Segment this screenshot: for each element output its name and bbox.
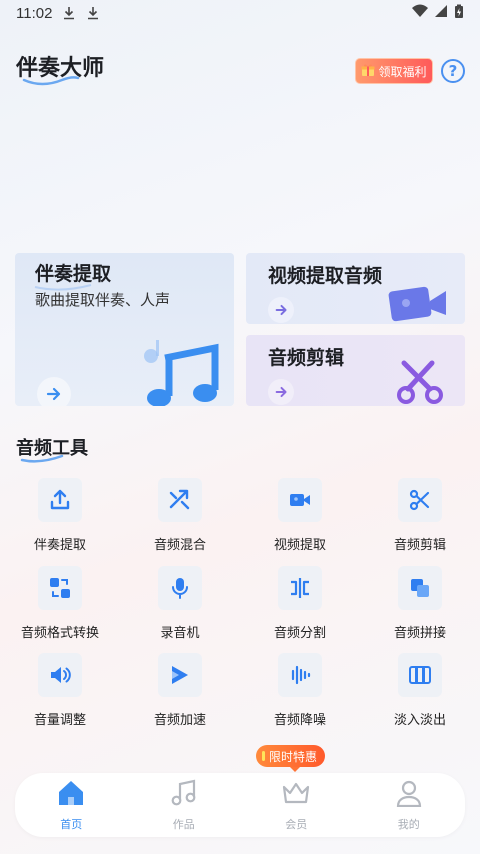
section-swoosh-decoration: [20, 454, 64, 463]
tool-label: 音频拼接: [393, 626, 446, 641]
upload-icon: [38, 478, 82, 522]
tool-volume-adjust[interactable]: 音量调整: [10, 653, 110, 728]
claim-benefits-button[interactable]: 领取福利: [355, 58, 433, 84]
nav-works[interactable]: 作品: [128, 773, 241, 837]
card-title: 视频提取音频: [268, 265, 383, 287]
tool-audio-mix[interactable]: 音频混合: [130, 478, 230, 553]
claim-benefits-label: 领取福利: [378, 64, 427, 79]
arrow-right-icon: [37, 377, 71, 406]
nav-home[interactable]: 首页: [15, 773, 128, 837]
gift-icon: [361, 63, 375, 80]
help-button[interactable]: ?: [441, 59, 465, 83]
tool-audio-join[interactable]: 音频拼接: [370, 566, 470, 641]
signal-icon: [434, 4, 448, 22]
tool-label: 音量调整: [33, 713, 86, 728]
shuffle-icon: [158, 478, 202, 522]
audio-edit-card[interactable]: 音频剪辑: [246, 335, 465, 406]
scissors-icon: [398, 478, 442, 522]
status-bar: 11:02: [0, 0, 480, 26]
nav-membership[interactable]: 会员: [240, 773, 353, 837]
tool-label: 音频降噪: [273, 713, 326, 728]
fade-icon: [398, 653, 442, 697]
card-title: 音频剪辑: [268, 347, 345, 369]
tool-label: 音频分割: [273, 626, 326, 641]
limited-offer-label: 限时特惠: [269, 749, 318, 764]
format-convert-icon: [38, 566, 82, 610]
tool-label: 音频格式转换: [20, 626, 99, 641]
tool-recorder[interactable]: 录音机: [130, 566, 230, 641]
tool-label: 视频提取: [273, 538, 326, 553]
video-extract-audio-card[interactable]: 视频提取音频: [246, 253, 465, 324]
nav-label: 会员: [285, 818, 308, 831]
tool-label: 录音机: [160, 626, 200, 641]
join-icon: [398, 566, 442, 610]
nav-label: 首页: [60, 818, 83, 831]
nav-profile[interactable]: 我的: [353, 773, 466, 837]
tool-label: 淡入淡出: [393, 713, 446, 728]
battery-icon: [454, 4, 464, 23]
accompaniment-extract-card[interactable]: 伴奏提取 歌曲提取伴奏、人声: [15, 253, 234, 406]
tool-label: 音频剪辑: [393, 538, 446, 553]
tool-audio-denoise[interactable]: 音频降噪: [250, 653, 350, 728]
tool-audio-speed[interactable]: 音频加速: [130, 653, 230, 728]
tool-audio-format-convert[interactable]: 音频格式转换: [10, 566, 110, 641]
tool-fade-in-out[interactable]: 淡入淡出: [370, 653, 470, 728]
tool-audio-edit[interactable]: 音频剪辑: [370, 478, 470, 553]
user-icon: [394, 779, 424, 811]
tool-accompaniment-extract[interactable]: 伴奏提取: [10, 478, 110, 553]
tool-label: 伴奏提取: [33, 538, 86, 553]
tool-video-extract[interactable]: 视频提取: [250, 478, 350, 553]
video-camera-icon: [388, 286, 446, 322]
nav-label: 作品: [172, 818, 195, 831]
video-camera-icon: [278, 478, 322, 522]
music-note-icon: [169, 779, 199, 811]
music-note-icon: [144, 340, 219, 406]
tool-audio-split[interactable]: 音频分割: [250, 566, 350, 641]
download-icon: [62, 6, 76, 20]
tool-label: 音频混合: [153, 538, 206, 553]
arrow-right-icon: [268, 297, 294, 323]
exclamation-icon: [262, 751, 265, 761]
volume-icon: [38, 653, 82, 697]
download-icon: [86, 6, 100, 20]
crown-icon: [281, 779, 311, 811]
tool-label: 音频加速: [153, 713, 206, 728]
title-swoosh-decoration: [22, 76, 80, 86]
limited-offer-badge[interactable]: 限时特惠: [256, 745, 326, 772]
bottom-nav: 首页 作品 会员 我的: [15, 773, 465, 837]
split-icon: [278, 566, 322, 610]
speed-icon: [158, 653, 202, 697]
title-swoosh-decoration: [34, 284, 92, 291]
home-icon: [56, 779, 86, 811]
status-time: 11:02: [16, 4, 53, 22]
wifi-icon: [412, 4, 428, 22]
scissors-icon: [397, 360, 443, 404]
denoise-icon: [278, 653, 322, 697]
nav-label: 我的: [397, 818, 420, 831]
arrow-right-icon: [268, 379, 294, 405]
microphone-icon: [158, 566, 202, 610]
